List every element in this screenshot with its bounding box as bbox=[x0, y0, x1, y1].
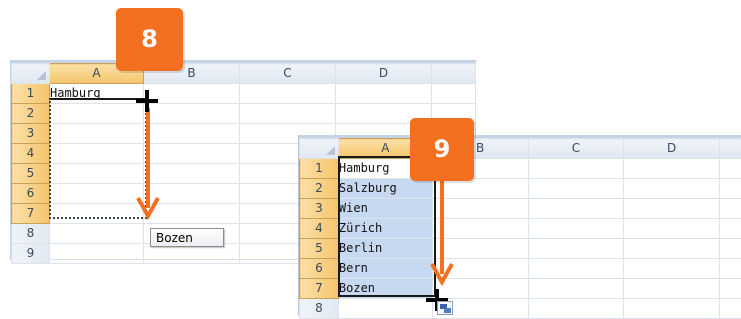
cell-a5[interactable] bbox=[49, 163, 144, 184]
cell-a8[interactable] bbox=[49, 223, 144, 244]
cell-a9[interactable] bbox=[49, 243, 144, 264]
cell[interactable] bbox=[719, 238, 741, 259]
cell[interactable] bbox=[623, 298, 721, 319]
spreadsheet-step-9: A B C D 1 Hamburg 2 Salzburg 3 Wien 4 Zürich… bbox=[298, 135, 741, 319]
cell-a7[interactable]: Bozen bbox=[337, 278, 433, 299]
cell[interactable] bbox=[719, 198, 741, 219]
cell[interactable] bbox=[623, 178, 721, 199]
column-header-c[interactable]: C bbox=[527, 138, 625, 159]
arrow-down-icon bbox=[430, 178, 454, 287]
cell[interactable] bbox=[719, 178, 741, 199]
row-header[interactable]: 8 bbox=[299, 298, 339, 319]
cell-a6[interactable] bbox=[49, 183, 144, 204]
column-header-e[interactable] bbox=[431, 63, 476, 84]
cell[interactable] bbox=[527, 238, 625, 259]
cell-a4[interactable]: Zürich bbox=[337, 218, 433, 239]
row-header[interactable]: 1 bbox=[299, 158, 339, 179]
cell[interactable] bbox=[527, 298, 625, 319]
row-header[interactable]: 4 bbox=[299, 218, 339, 239]
cell[interactable] bbox=[719, 258, 741, 279]
cell[interactable] bbox=[527, 278, 625, 299]
row-header[interactable]: 7 bbox=[299, 278, 339, 299]
row-header[interactable]: 2 bbox=[11, 103, 50, 124]
step-8-badge: 8 bbox=[116, 8, 183, 71]
cell-a3[interactable]: Wien bbox=[337, 198, 433, 219]
cell[interactable] bbox=[431, 83, 476, 104]
cell[interactable] bbox=[335, 83, 432, 104]
cell[interactable] bbox=[719, 218, 741, 239]
row-header[interactable]: 3 bbox=[299, 198, 339, 219]
cell[interactable] bbox=[527, 198, 625, 219]
cell[interactable] bbox=[239, 83, 336, 104]
cell-a8[interactable] bbox=[337, 298, 433, 319]
cell[interactable] bbox=[719, 158, 741, 179]
fill-preview-tooltip: Bozen bbox=[150, 228, 224, 247]
cell[interactable] bbox=[527, 158, 625, 179]
row-header[interactable]: 9 bbox=[11, 243, 50, 264]
cell[interactable] bbox=[719, 278, 741, 299]
column-header-e[interactable] bbox=[719, 138, 741, 159]
column-header-d[interactable]: D bbox=[623, 138, 721, 159]
cell[interactable] bbox=[239, 103, 336, 124]
row-header[interactable]: 7 bbox=[11, 203, 50, 224]
cell-a6[interactable]: Bern bbox=[337, 258, 433, 279]
select-all-corner[interactable] bbox=[11, 63, 50, 84]
worksheet-grid: A B C D 1 Hamburg 2 Salzburg 3 Wien 4 Zürich… bbox=[299, 138, 741, 319]
cell[interactable] bbox=[623, 238, 721, 259]
column-header-d[interactable]: D bbox=[335, 63, 432, 84]
row-header[interactable]: 3 bbox=[11, 123, 50, 144]
cell[interactable] bbox=[527, 218, 625, 239]
row-header[interactable]: 1 bbox=[11, 83, 50, 104]
fill-crosshair-icon bbox=[136, 90, 158, 112]
select-all-corner[interactable] bbox=[299, 138, 339, 159]
cell-a4[interactable] bbox=[49, 143, 144, 164]
cell-a7[interactable] bbox=[49, 203, 144, 224]
cell[interactable] bbox=[623, 218, 721, 239]
cell-a2[interactable] bbox=[49, 103, 144, 124]
cell[interactable] bbox=[527, 258, 625, 279]
cell[interactable] bbox=[527, 178, 625, 199]
row-header[interactable]: 4 bbox=[11, 143, 50, 164]
auto-fill-options-icon[interactable] bbox=[437, 301, 453, 315]
cell[interactable] bbox=[719, 298, 741, 319]
column-header-c[interactable]: C bbox=[239, 63, 336, 84]
cell-a5[interactable]: Berlin bbox=[337, 238, 433, 259]
row-header[interactable]: 6 bbox=[299, 258, 339, 279]
cell-a1[interactable]: Hamburg bbox=[49, 83, 144, 104]
cell[interactable] bbox=[623, 158, 721, 179]
cell-a2[interactable]: Salzburg bbox=[337, 178, 433, 199]
step-9-badge: 9 bbox=[410, 118, 474, 181]
cell[interactable] bbox=[623, 278, 721, 299]
cell[interactable] bbox=[623, 198, 721, 219]
row-header[interactable]: 5 bbox=[11, 163, 50, 184]
row-header[interactable]: 2 bbox=[299, 178, 339, 199]
row-header[interactable]: 5 bbox=[299, 238, 339, 259]
cell[interactable] bbox=[623, 258, 721, 279]
arrow-down-icon bbox=[136, 108, 160, 221]
row-header[interactable]: 8 bbox=[11, 223, 50, 244]
cell-a3[interactable] bbox=[49, 123, 144, 144]
row-header[interactable]: 6 bbox=[11, 183, 50, 204]
